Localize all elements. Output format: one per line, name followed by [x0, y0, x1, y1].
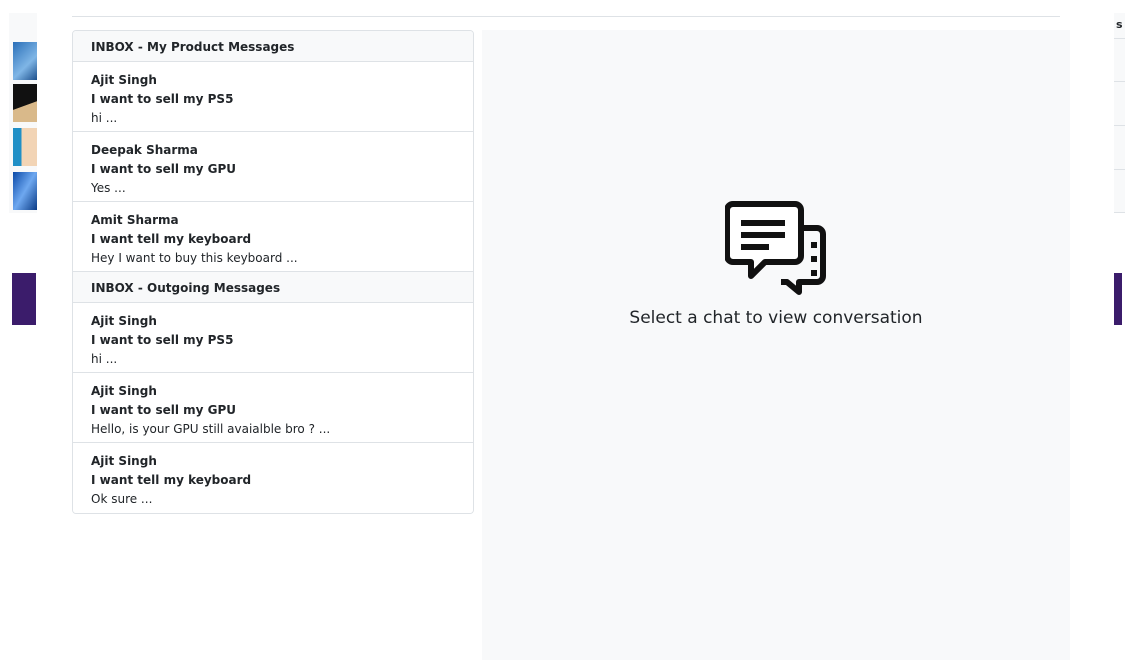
product-thumbnail[interactable]	[13, 42, 37, 80]
product-thumbnail[interactable]	[13, 172, 37, 210]
chat-sender-name: Ajit Singh	[91, 314, 157, 328]
page: s INBOX - My Product Messages Ajit Singh…	[0, 0, 1125, 660]
chat-item[interactable]: Ajit Singh I want to sell my PS5 hi ...	[73, 303, 473, 373]
product-thumbnail[interactable]	[13, 84, 37, 122]
chat-subject: I want to sell my GPU	[91, 403, 237, 417]
chat-item[interactable]: Ajit Singh I want tell my keyboard Ok su…	[73, 443, 473, 513]
chat-sender-name: Deepak Sharma	[91, 143, 198, 157]
chat-item[interactable]: Ajit Singh I want to sell my GPU Hello, …	[73, 373, 473, 443]
chat-preview: Yes ...	[91, 181, 126, 195]
background-panel-right	[1114, 13, 1125, 213]
chat-sender-name: Ajit Singh	[91, 454, 157, 468]
chat-preview: Ok sure ...	[91, 492, 153, 506]
chat-subject: I want tell my keyboard	[91, 473, 252, 487]
background-text-fragment: s	[1116, 18, 1123, 31]
chat-preview: hi ...	[91, 111, 118, 125]
chat-item[interactable]: Amit Sharma I want tell my keyboard Hey …	[73, 202, 473, 272]
divider	[72, 16, 1060, 17]
chat-bubbles-icon	[725, 201, 826, 295]
chat-subject: I want tell my keyboard	[91, 232, 252, 246]
chat-preview: Hello, is your GPU still avaialble bro ?…	[91, 422, 331, 436]
chat-item[interactable]: Ajit Singh I want to sell my PS5 hi ...	[73, 62, 473, 132]
empty-conversation-message: Select a chat to view conversation	[629, 308, 923, 328]
conversation-panel: Select a chat to view conversation	[482, 30, 1070, 660]
background-banner-right	[1114, 273, 1122, 325]
chat-sender-name: Ajit Singh	[91, 384, 157, 398]
chat-subject: I want to sell my PS5	[91, 333, 234, 347]
chat-sender-name: Ajit Singh	[91, 73, 157, 87]
chat-subject: I want to sell my GPU	[91, 162, 237, 176]
section-header-outgoing-messages: INBOX - Outgoing Messages	[73, 272, 473, 303]
background-banner-left	[12, 273, 36, 325]
chat-preview: hi ...	[91, 352, 118, 366]
section-header-my-product-messages: INBOX - My Product Messages	[73, 31, 473, 62]
chat-list: INBOX - My Product Messages Ajit Singh I…	[72, 30, 474, 514]
product-thumbnail[interactable]	[13, 128, 37, 166]
chat-item[interactable]: Deepak Sharma I want to sell my GPU Yes …	[73, 132, 473, 202]
chat-subject: I want to sell my PS5	[91, 92, 234, 106]
chat-preview: Hey I want to buy this keyboard ...	[91, 251, 298, 265]
chat-sender-name: Amit Sharma	[91, 213, 179, 227]
